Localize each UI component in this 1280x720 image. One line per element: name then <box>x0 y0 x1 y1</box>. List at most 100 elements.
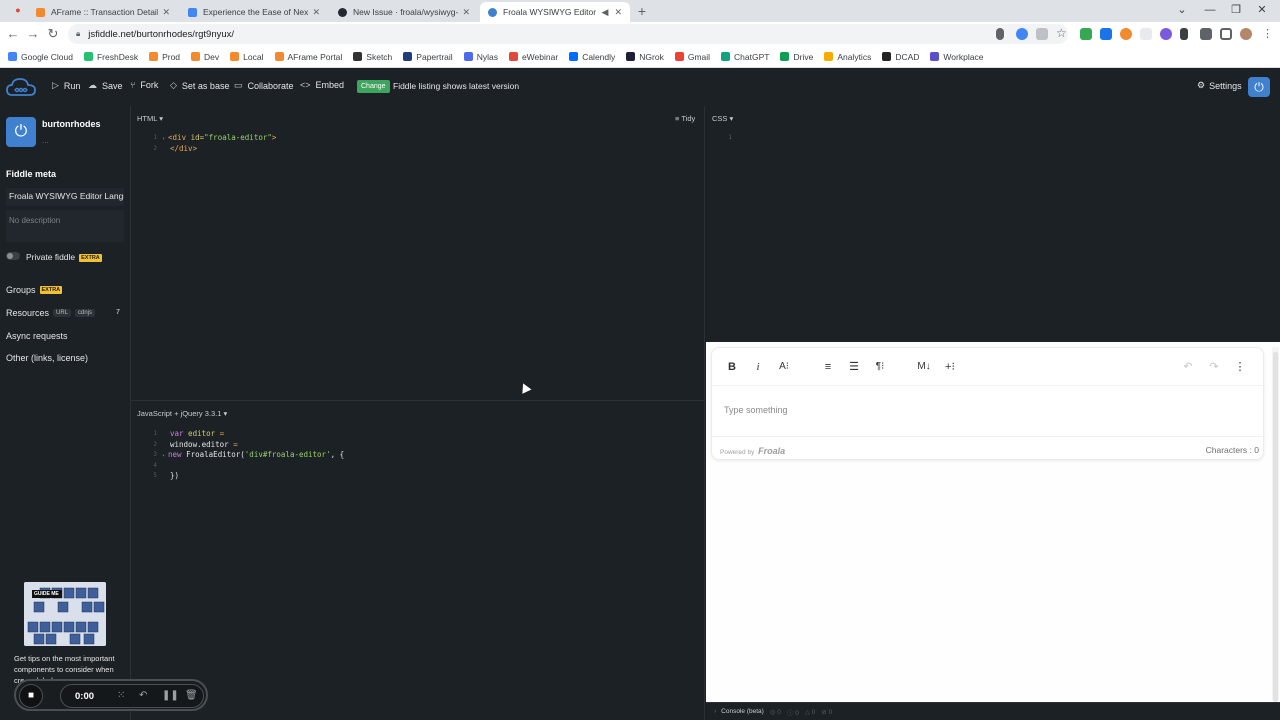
close-tab-icon[interactable]: ✕ <box>462 7 470 18</box>
tidy-button[interactable]: ≡ Tidy <box>675 114 695 123</box>
embed-button[interactable]: <> Embed <box>300 80 344 90</box>
extension-icon[interactable] <box>1100 28 1112 40</box>
extension-icon[interactable] <box>1180 28 1188 40</box>
set-as-base-button[interactable]: ◇ Set as base <box>170 80 229 91</box>
sidebar-item-groups[interactable]: Groups EXTRA <box>6 285 63 295</box>
close-tab-icon[interactable]: ✕ <box>312 7 320 18</box>
tab-github-issue[interactable]: New Issue · froala/wysiwyg-edit... ✕ <box>330 2 478 22</box>
bookmark-item[interactable]: Nylas <box>463 52 498 62</box>
javascript-pane[interactable]: JavaScript + jQuery 3.3.1 ▾ 1 2 3 4 5 va… <box>131 401 705 720</box>
user-avatar[interactable]: ⏻ <box>6 117 36 147</box>
align-center-button[interactable]: ☰ <box>846 361 862 373</box>
html-pane[interactable]: HTML ▾ ≡ Tidy 1 2 ▾ <div id="froala-edit… <box>131 106 705 401</box>
bookmark-item[interactable]: Papertrail <box>403 52 453 62</box>
bookmark-item[interactable]: NGrok <box>626 52 664 62</box>
bookmark-item[interactable]: Drive <box>780 52 813 62</box>
bookmark-item[interactable]: Calendly <box>569 52 615 62</box>
bookmark-item[interactable]: Prod <box>149 52 180 62</box>
bookmark-item[interactable]: eWebinar <box>508 52 558 62</box>
js-code-line-2[interactable]: window.editor = <box>170 440 238 451</box>
sidebar-item-async[interactable]: Async requests <box>6 331 68 341</box>
save-button[interactable]: ☁ Save <box>88 80 123 91</box>
console-bar[interactable]: › Console (beta) ◎ 0 ⓘ 0 △ 0 ⊘ 0 <box>706 702 1280 720</box>
tab-search-icon[interactable]: ⌄ <box>1172 2 1192 18</box>
close-tab-icon[interactable]: ✕ <box>162 7 170 18</box>
undo-button[interactable]: ↶ <box>1180 361 1196 373</box>
cdnjs-pill[interactable]: cdnjs <box>75 309 96 317</box>
sidebar-item-resources[interactable]: Resources URL cdnjs <box>6 308 96 318</box>
text-format-button[interactable]: A⁝ <box>776 361 792 373</box>
trash-icon[interactable]: 🗑︎ <box>185 690 198 701</box>
extension-icon[interactable] <box>1140 28 1152 40</box>
bookmark-item[interactable]: ChatGPT <box>721 52 769 62</box>
collaborate-button[interactable]: ▭ Collaborate <box>234 80 294 91</box>
bookmark-item[interactable]: FreshDesk <box>83 52 138 62</box>
tab-experience[interactable]: Experience the Ease of Next Gen... ✕ <box>180 2 328 22</box>
maximize-button[interactable]: ❐ <box>1226 2 1246 18</box>
align-left-button[interactable]: ≡ <box>820 361 836 373</box>
fork-button[interactable]: ⑂ Fork <box>130 80 158 90</box>
fiddle-name-input[interactable]: Froala WYSIWYG Editor Langua <box>6 188 124 206</box>
bookmark-item[interactable]: Local <box>230 52 264 62</box>
mic-icon[interactable] <box>996 28 1004 40</box>
power-icon[interactable]: ⏻ <box>1248 77 1270 97</box>
markdown-button[interactable]: M↓ <box>916 361 932 373</box>
forward-icon[interactable]: → <box>25 26 41 42</box>
bookmark-star-icon[interactable]: ☆ <box>1056 27 1068 39</box>
profile-avatar[interactable] <box>1240 28 1252 40</box>
sidepanel-icon[interactable] <box>1220 28 1232 40</box>
more-options-icon[interactable]: ⋮ <box>1232 361 1248 373</box>
username[interactable]: burtonrhodes <box>42 119 101 129</box>
js-code-line-3[interactable]: ▾ new FroalaEditor('div#froala-editor', … <box>162 450 344 462</box>
settings-button[interactable]: ⚙ Settings <box>1197 80 1242 91</box>
html-code-line-2[interactable]: </div> <box>170 144 197 155</box>
tab-jsfiddle[interactable]: Froala WYSIWYG Editor Lang... ◀ ✕ <box>480 2 630 22</box>
redo-button[interactable]: ↷ <box>1206 361 1222 373</box>
undo-icon[interactable]: ↶ <box>139 690 147 701</box>
google-lens-icon[interactable] <box>1016 28 1028 40</box>
bookmark-item[interactable]: Dev <box>191 52 219 62</box>
js-pane-label[interactable]: JavaScript + jQuery 3.3.1 ▾ <box>137 409 227 418</box>
audio-icon[interactable]: ◀ <box>602 7 609 18</box>
carbon-ad-image[interactable]: GUIDE ME <box>24 582 106 646</box>
powered-by-froala[interactable]: Powered by Froala <box>720 446 785 456</box>
bookmark-item[interactable]: Gmail <box>674 52 710 62</box>
camera-icon[interactable]: ■ <box>19 684 43 708</box>
bookmark-item[interactable]: Analytics <box>824 52 871 62</box>
extension-icon[interactable] <box>1120 28 1132 40</box>
insert-more-button[interactable]: +⁝ <box>942 361 958 373</box>
grid-icon[interactable]: ⁙ <box>117 690 125 701</box>
paragraph-format-button[interactable]: ¶⁝ <box>872 361 888 373</box>
bold-button[interactable]: B <box>724 361 740 373</box>
description-input[interactable]: No description <box>6 210 124 242</box>
share-icon[interactable] <box>1036 28 1048 40</box>
change-badge[interactable]: Change <box>357 80 390 93</box>
html-pane-label[interactable]: HTML ▾ <box>137 114 163 123</box>
puzzle-icon[interactable] <box>1200 28 1212 40</box>
pause-icon[interactable]: ❚❚ <box>162 690 179 701</box>
omnibox[interactable]: 🔒︎ jsfiddle.net/burtonrhodes/rgt9nyux/ <box>68 24 1068 44</box>
bookmark-item[interactable]: Google Cloud <box>8 52 73 62</box>
url-pill[interactable]: URL <box>53 309 72 317</box>
minimize-button[interactable]: — <box>1200 2 1220 18</box>
js-code-line-1[interactable]: var editor = <box>170 429 224 440</box>
new-tab-button[interactable]: + <box>634 3 650 19</box>
sidebar-item-other[interactable]: Other (links, license) <box>6 353 88 363</box>
tab-aframe[interactable]: AFrame :: Transaction Detail ✕ <box>28 2 178 22</box>
bookmark-item[interactable]: DCAD <box>882 52 919 62</box>
extension-icon[interactable] <box>1080 28 1092 40</box>
extension-icon[interactable] <box>1160 28 1172 40</box>
kebab-menu-icon[interactable]: ⋮ <box>1262 28 1274 40</box>
bookmark-item[interactable]: AFrame Portal <box>274 52 342 62</box>
css-pane-label[interactable]: CSS ▾ <box>712 114 733 123</box>
js-code-line-5[interactable]: }) <box>170 471 179 482</box>
italic-button[interactable]: i <box>750 361 766 373</box>
jsfiddle-cloud-logo-icon[interactable] <box>6 76 36 98</box>
bookmark-item[interactable]: Workplace <box>930 52 983 62</box>
css-pane[interactable]: CSS ▾ 1 <box>706 106 1280 342</box>
reload-icon[interactable]: ↻ <box>45 26 61 42</box>
result-scrollbar-thumb[interactable] <box>1273 352 1278 702</box>
bookmark-item[interactable]: Sketch <box>353 52 392 62</box>
run-button[interactable]: ▷ Run <box>52 80 80 91</box>
back-icon[interactable]: ← <box>5 26 21 42</box>
